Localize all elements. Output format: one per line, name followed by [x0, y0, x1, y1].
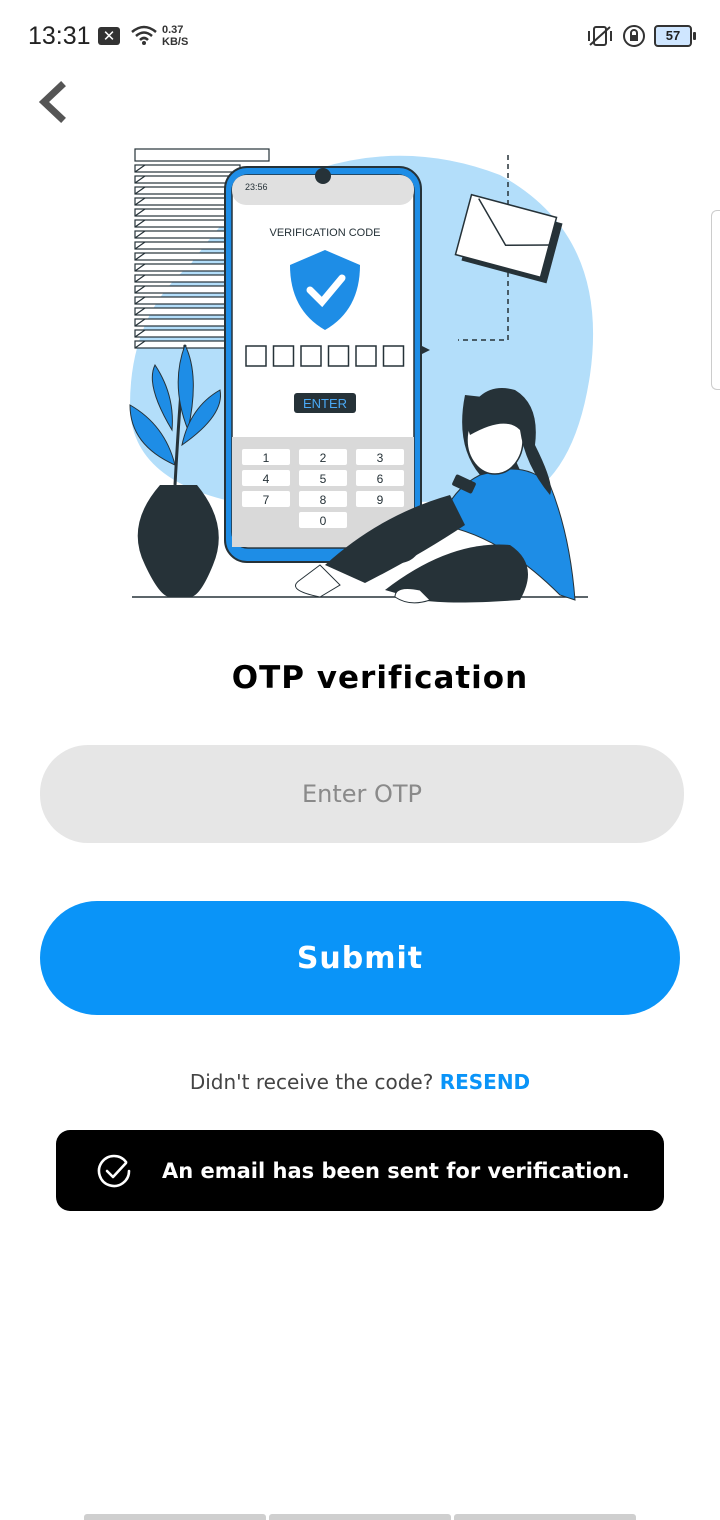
illustration-phone-time: 23:56 [245, 182, 268, 192]
keypad-key-label: 9 [377, 493, 384, 507]
otp-box [300, 345, 322, 367]
keypad-key-label: 6 [377, 472, 384, 486]
keypad-key-label: 7 [263, 493, 270, 507]
nav-segment-left[interactable] [84, 1514, 266, 1520]
resend-row: Didn't receive the code? RESEND [0, 1070, 720, 1094]
otp-box [272, 345, 295, 367]
gesture-nav-bar[interactable] [84, 1514, 636, 1520]
page-title: OTP verification [231, 660, 529, 696]
resend-prompt: Didn't receive the code? [189, 1070, 434, 1094]
vibrate-icon [588, 26, 612, 46]
otp-input[interactable] [40, 745, 684, 843]
check-circle-icon [97, 1154, 131, 1187]
keypad-key-label: 5 [320, 472, 327, 486]
illustration-enter-label: ENTER [303, 396, 347, 411]
edge-handle[interactable] [711, 210, 720, 390]
resend-link[interactable]: RESEND [440, 1070, 530, 1094]
otp-box [245, 345, 267, 367]
keypad-key-label: 1 [263, 451, 270, 465]
nav-segment-center[interactable] [269, 1514, 451, 1520]
network-speed: 0.37 KB/S [162, 24, 188, 48]
otp-box [382, 345, 405, 367]
illustration-screen-title: VERIFICATION CODE [269, 227, 380, 239]
keypad-key-label: 0 [320, 514, 327, 528]
wifi-icon [131, 25, 157, 45]
toast-message: An email has been sent for verification. [162, 1158, 630, 1183]
status-time: 13:31 [28, 22, 91, 50]
battery-indicator: 57 [654, 25, 696, 47]
nav-segment-right[interactable] [454, 1514, 636, 1520]
blind-slat [134, 164, 241, 173]
submit-button[interactable]: Submit [40, 901, 680, 1015]
keypad-key-label: 3 [377, 451, 384, 465]
otp-box [327, 345, 350, 367]
back-button[interactable] [30, 78, 80, 128]
status-bar: 13:31 ✕ 0.37 KB/S 57 [0, 0, 720, 72]
blind-slat [134, 175, 241, 184]
chevron-left-icon [38, 81, 66, 123]
toast-notification: An email has been sent for verification. [56, 1130, 664, 1211]
otp-box [355, 345, 377, 367]
notification-close-icon: ✕ [98, 27, 120, 45]
network-speed-value: 0.37 [162, 24, 184, 36]
otp-illustration: ENTER VERIFICATION CODE 23:56 1 2 3 4 5 6 7 8 9 0 [129, 148, 594, 604]
network-speed-unit: KB/S [162, 36, 189, 48]
keypad-key-label: 8 [320, 493, 327, 507]
rotation-lock-icon [623, 25, 645, 47]
keypad-key-label: 4 [263, 472, 270, 486]
keypad-key-label: 2 [320, 451, 327, 465]
